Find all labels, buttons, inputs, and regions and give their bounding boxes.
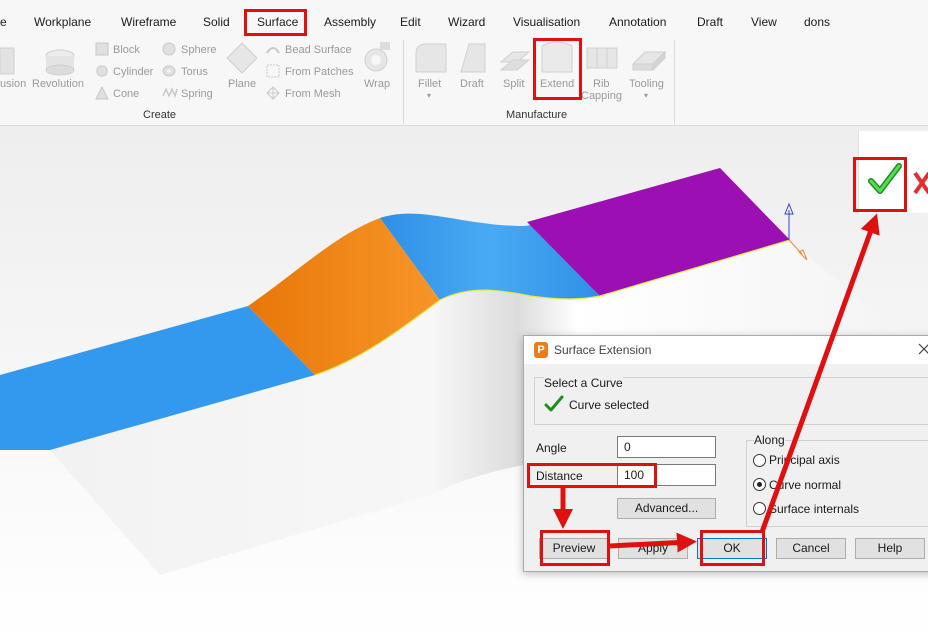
annotation-arrows <box>553 213 880 553</box>
arrow-ok-to-accept <box>759 213 880 533</box>
arrow-preview-to-ok <box>609 532 697 553</box>
